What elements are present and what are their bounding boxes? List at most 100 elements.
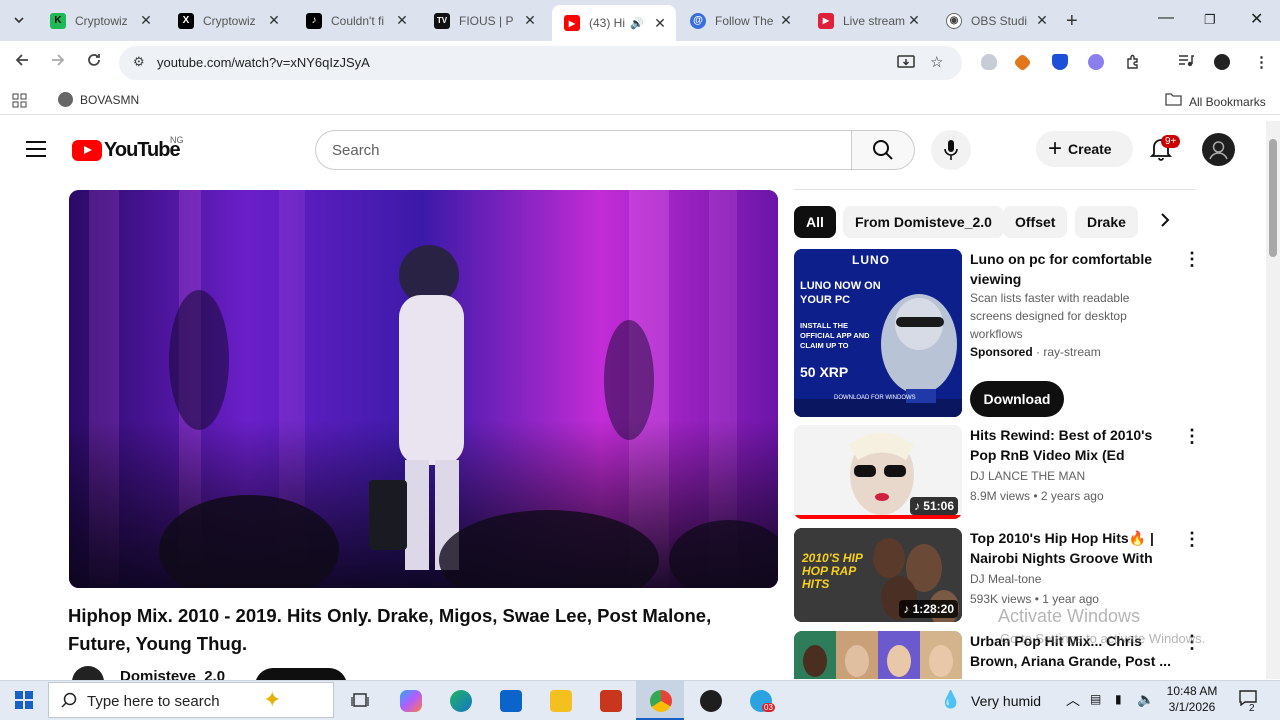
chevron-right-icon[interactable] <box>1160 212 1170 233</box>
bookmark-star-icon[interactable]: ☆ <box>930 53 943 71</box>
activate-windows-subtitle: Go to Settings to activate Windows. <box>1000 631 1206 646</box>
bookmark-bovasmn[interactable]: BOVASMN <box>58 92 139 107</box>
volume-icon[interactable]: 🔈 <box>1137 691 1154 708</box>
tab-search-chevron-icon[interactable] <box>6 8 32 32</box>
rec-channel[interactable]: DJ LANCE THE MAN <box>970 467 1085 485</box>
rec-views: 593K views <box>970 592 1032 606</box>
video-thumbnail-image <box>794 631 962 679</box>
battery-icon[interactable]: ▮ <box>1115 692 1122 706</box>
chips-divider <box>794 189 1196 190</box>
search-input[interactable]: Search <box>315 130 851 170</box>
new-tab-plus-icon[interactable]: + <box>1066 10 1078 33</box>
chip-drake[interactable]: Drake <box>1075 206 1138 238</box>
download-button[interactable]: Download <box>970 381 1064 417</box>
video-player[interactable] <box>69 190 778 588</box>
url-text[interactable]: youtube.com/watch?v=xNY6qIzJSyA <box>157 55 370 70</box>
shield-extension-icon[interactable] <box>981 54 997 70</box>
voice-search-button[interactable] <box>931 130 971 170</box>
minimize-icon[interactable]: — <box>1158 9 1174 27</box>
edge-icon[interactable] <box>450 690 472 712</box>
close-icon[interactable]: ✕ <box>138 12 154 29</box>
close-icon[interactable]: ✕ <box>906 12 922 29</box>
close-icon[interactable]: ✕ <box>652 15 668 32</box>
office-icon[interactable] <box>600 690 622 712</box>
chevron-up-icon[interactable]: ︿ <box>1066 690 1080 710</box>
more-options-icon[interactable]: ⋮ <box>1183 250 1201 268</box>
file-explorer-icon[interactable] <box>550 690 572 712</box>
task-view-icon[interactable] <box>351 691 369 714</box>
search-button[interactable] <box>851 130 915 170</box>
globe-icon <box>58 92 73 107</box>
extensions-puzzle-icon[interactable] <box>1125 54 1141 74</box>
obs-icon[interactable] <box>700 690 722 712</box>
tab-cryptowiz-1[interactable]: K Cryptowiz ✕ <box>38 6 162 35</box>
taskbar-search-input[interactable]: Type here to search ✦ <box>48 682 334 718</box>
rec-title[interactable]: Luno on pc for comfortable viewing <box>970 249 1175 289</box>
ad-cta: DOWNLOAD FOR WINDOWS <box>834 395 916 401</box>
apps-grid-icon[interactable] <box>12 93 27 113</box>
chip-offset[interactable]: Offset <box>1003 206 1068 238</box>
weather-text[interactable]: Very humid <box>971 693 1041 709</box>
back-arrow-icon[interactable] <box>14 52 30 73</box>
more-options-icon[interactable]: ⋮ <box>1183 530 1201 548</box>
ad-thumbnail[interactable]: LUNO LUNO NOW ON YOUR PC INSTALL THE OFF… <box>794 249 962 417</box>
rec-thumbnail[interactable] <box>794 631 962 679</box>
video-title: Hiphop Mix. 2010 - 2019. Hits Only. Drak… <box>68 605 712 654</box>
profile-avatar-icon[interactable] <box>1214 54 1230 70</box>
tab-tiktok[interactable]: ♪ Couldn't fi ✕ <box>294 6 418 35</box>
tab-title: Live stream <box>843 13 906 28</box>
close-icon[interactable]: ✕ <box>266 12 282 29</box>
clock-date: 3/1/2026 <box>1168 700 1216 714</box>
copilot-icon[interactable] <box>400 690 422 712</box>
outlook-icon[interactable] <box>500 690 522 712</box>
close-icon[interactable]: ✕ <box>1034 12 1050 29</box>
install-app-icon[interactable] <box>897 54 915 74</box>
sponsored-label: Sponsored <box>970 345 1033 359</box>
rec-thumbnail[interactable]: ♪ 51:06 <box>794 425 962 519</box>
reload-icon[interactable] <box>86 52 102 73</box>
forward-arrow-icon[interactable] <box>50 52 66 73</box>
taskbar-search-placeholder: Type here to search <box>87 693 220 710</box>
chrome-icon[interactable] <box>650 690 672 712</box>
folder-icon <box>1165 92 1182 111</box>
scrollbar-thumb[interactable] <box>1269 139 1277 257</box>
tab-follow[interactable]: @ Follow The ✕ <box>678 6 802 35</box>
site-settings-icon[interactable]: ⚙ <box>133 54 145 70</box>
vpn-shield-icon[interactable] <box>1052 54 1068 70</box>
weather-drop-icon[interactable]: 💧 <box>940 690 961 710</box>
rec-stats: 8.9M views • 2 years ago <box>970 489 1104 503</box>
rec-channel[interactable]: DJ Meal-tone <box>970 570 1041 588</box>
media-control-icon[interactable] <box>1178 54 1194 72</box>
page-scrollbar[interactable] <box>1266 121 1280 679</box>
speaker-icon[interactable]: 🔊 <box>630 17 644 30</box>
tab-cryptowiz-2[interactable]: X Cryptowiz ✕ <box>166 6 290 35</box>
windows-start-icon[interactable] <box>15 691 33 714</box>
ai-extension-icon[interactable] <box>1088 54 1104 70</box>
ad-body: INSTALL THE OFFICIAL APP AND CLAIM UP TO <box>800 321 870 350</box>
rec-title[interactable]: Top 2010's Hip Hop Hits🔥 | Nairobi Night… <box>970 528 1175 568</box>
address-bar[interactable]: ⚙ youtube.com/watch?v=xNY6qIzJSyA <box>119 46 962 80</box>
all-bookmarks[interactable]: All Bookmarks <box>1165 92 1266 111</box>
tab-obs[interactable]: ◉ OBS Studi ✕ <box>934 6 1058 35</box>
chip-all[interactable]: All <box>794 206 836 238</box>
rec-title[interactable]: Hits Rewind: Best of 2010's Pop RnB Vide… <box>970 425 1175 465</box>
chip-from-channel[interactable]: From Domisteve_2.0 <box>843 206 1004 238</box>
window-close-icon[interactable]: ✕ <box>1250 9 1263 29</box>
youtube-studio-icon: ▶ <box>818 12 834 29</box>
clock[interactable]: 10:48 AM 3/1/2026 <box>1166 684 1218 714</box>
rec-thumbnail[interactable]: 2010'S HIP HOP RAP HITS ♪ 1:28:20 <box>794 528 962 622</box>
kebab-menu-icon[interactable]: ⋮ <box>1254 53 1269 71</box>
hamburger-menu-icon[interactable] <box>26 141 46 157</box>
create-button[interactable]: + Create <box>1036 131 1133 167</box>
tab-tradingview[interactable]: TV FIOUS | P ✕ <box>422 6 546 35</box>
close-icon[interactable]: ✕ <box>394 12 410 29</box>
close-icon[interactable]: ✕ <box>522 12 538 29</box>
account-avatar[interactable] <box>1202 133 1235 166</box>
tab-live-stream[interactable]: ▶ Live stream ✕ <box>806 6 930 35</box>
youtube-logo[interactable]: YouTube <box>72 139 181 162</box>
network-icon[interactable]: ▤ <box>1090 692 1101 706</box>
more-options-icon[interactable]: ⋮ <box>1183 427 1201 445</box>
restore-icon[interactable]: ❐ <box>1204 12 1216 28</box>
close-icon[interactable]: ✕ <box>778 12 794 29</box>
tab-youtube-active[interactable]: ▶ (43) Hi 🔊 ✕ <box>552 5 676 41</box>
